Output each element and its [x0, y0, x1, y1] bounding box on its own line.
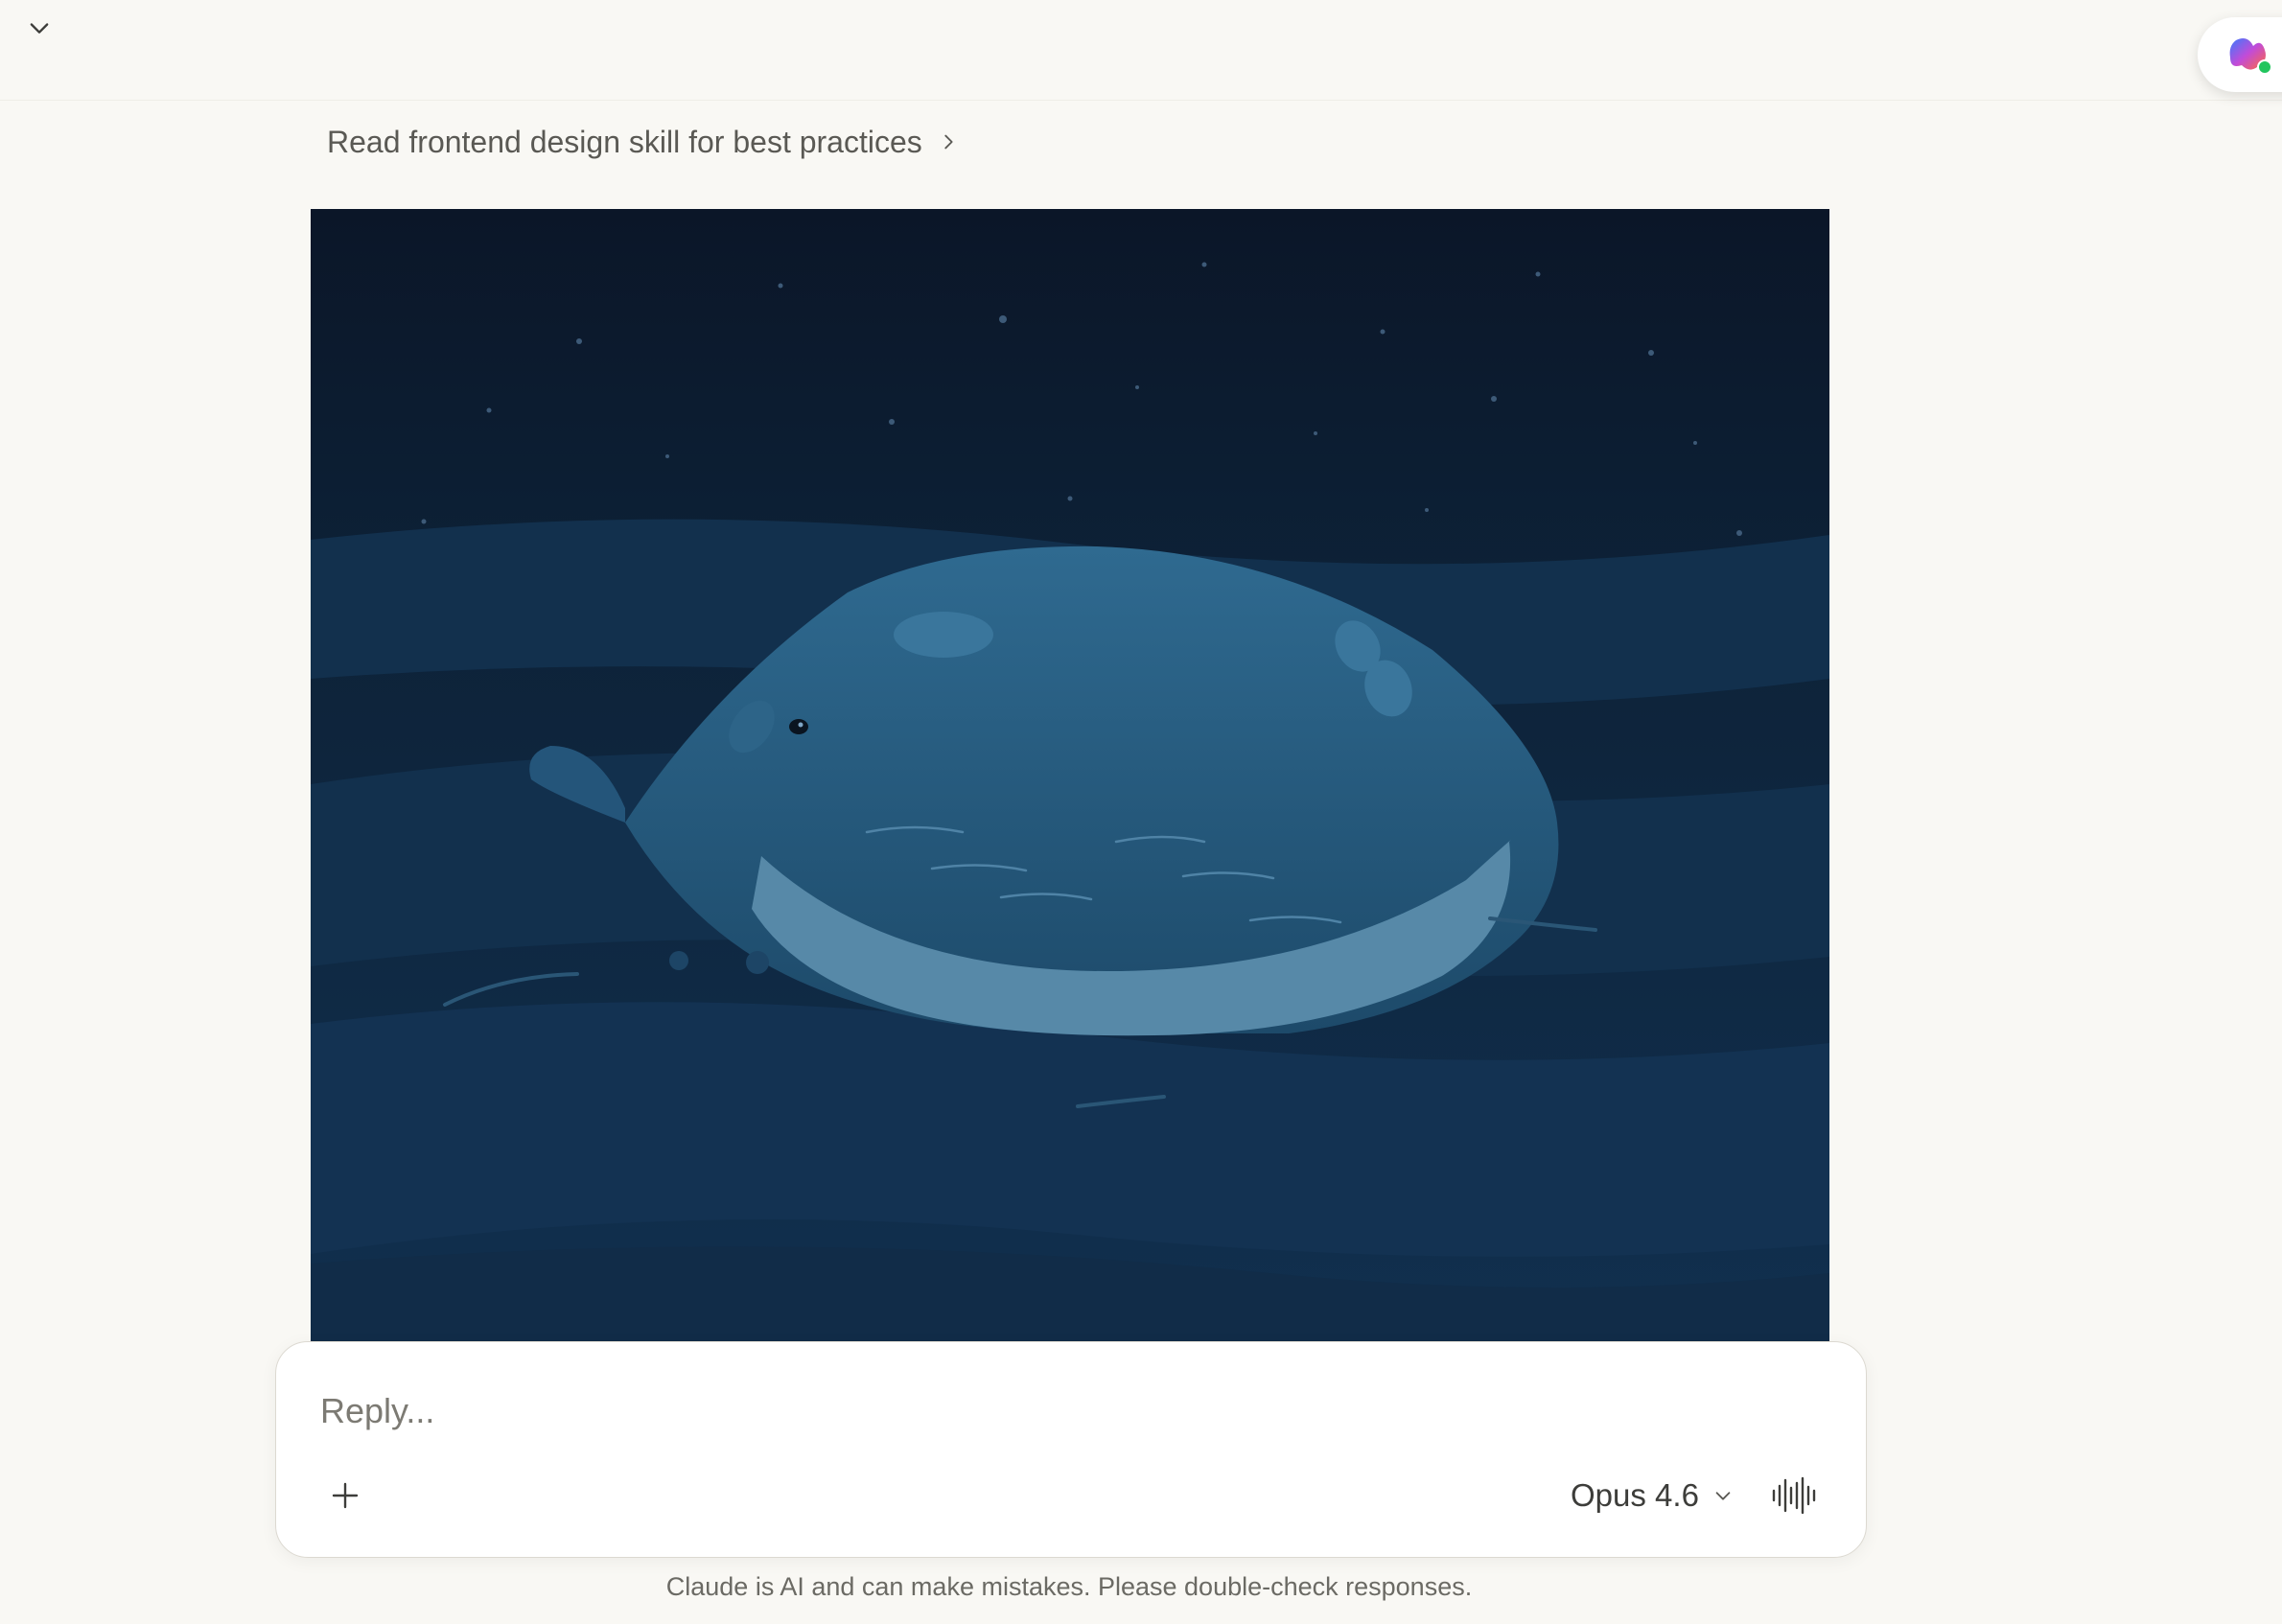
reply-composer: Opus 4.6 — [275, 1341, 1867, 1558]
collapse-button[interactable] — [19, 8, 59, 48]
voice-mode-button[interactable] — [1764, 1469, 1822, 1522]
chevron-down-icon — [1715, 1492, 1731, 1500]
app-logo-icon — [2229, 38, 2272, 75]
app-badge-button[interactable] — [2198, 17, 2282, 92]
voice-waveform-icon — [1772, 1476, 1816, 1515]
model-selector[interactable]: Opus 4.6 — [1571, 1469, 1734, 1522]
chevron-right-icon — [944, 134, 953, 150]
top-bar — [0, 0, 2282, 101]
plus-icon — [332, 1482, 359, 1509]
attach-button[interactable] — [318, 1469, 372, 1522]
whale-illustration — [311, 209, 1829, 1342]
model-label: Opus 4.6 — [1571, 1477, 1699, 1513]
disclaimer-text: Claude is AI and can make mistakes. Plea… — [665, 1572, 1473, 1601]
step-expand-row[interactable]: Read frontend design skill for best prac… — [327, 120, 959, 164]
reply-input[interactable] — [320, 1384, 1471, 1438]
step-label: Read frontend design skill for best prac… — [327, 124, 922, 159]
artifact-preview — [311, 209, 1829, 1342]
chevron-down-icon — [30, 23, 49, 34]
